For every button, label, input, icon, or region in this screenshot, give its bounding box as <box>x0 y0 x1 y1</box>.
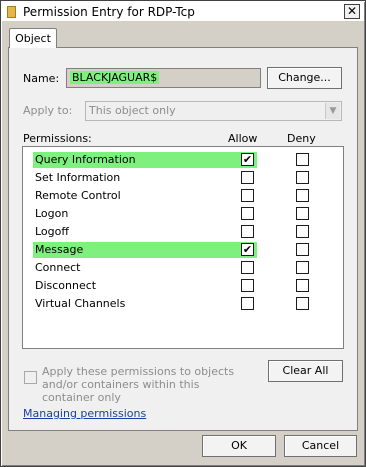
change-button[interactable]: Change... <box>267 67 342 89</box>
allow-checkbox[interactable] <box>241 189 254 202</box>
name-label: Name: <box>23 72 60 85</box>
title-bar: Permission Entry for RDP-Tcp ✕ <box>2 2 364 22</box>
deny-column-header: Deny <box>287 132 316 145</box>
allow-checkbox[interactable] <box>241 261 254 274</box>
permission-name: Logoff <box>35 225 69 238</box>
permission-name: Connect <box>35 261 81 274</box>
deny-checkbox[interactable] <box>296 243 309 256</box>
allow-checkbox[interactable]: ✔ <box>241 153 254 166</box>
permission-row: Remote Control <box>23 188 343 206</box>
deny-checkbox[interactable] <box>296 261 309 274</box>
clear-all-button[interactable]: Clear All <box>268 360 343 382</box>
allow-cell <box>239 188 257 204</box>
allow-cell <box>239 224 257 240</box>
allow-column-header: Allow <box>228 132 258 145</box>
deny-checkbox[interactable] <box>296 153 309 166</box>
permission-row: Query Information ✔ <box>23 152 343 170</box>
allow-cell <box>239 296 257 312</box>
managing-permissions-link[interactable]: Managing permissions <box>23 407 146 420</box>
name-field[interactable]: BLACKJAGUAR$ <box>66 68 261 88</box>
deny-checkbox[interactable] <box>296 189 309 202</box>
allow-checkbox[interactable] <box>241 279 254 292</box>
deny-checkbox[interactable] <box>296 297 309 310</box>
permission-row: Connect <box>23 260 343 278</box>
deny-checkbox[interactable] <box>296 171 309 184</box>
close-button[interactable]: ✕ <box>344 4 360 19</box>
window-title: Permission Entry for RDP-Tcp <box>23 5 195 19</box>
permission-name: Query Information <box>33 152 247 168</box>
permission-row: Logon <box>23 206 343 224</box>
chevron-down-icon[interactable]: ▼ <box>325 103 340 119</box>
allow-cell <box>239 170 257 186</box>
apply-to-select[interactable]: This object only ▼ <box>85 101 342 121</box>
name-value: BLACKJAGUAR$ <box>70 71 160 84</box>
permission-name: Set Information <box>35 171 121 184</box>
permission-name: Logon <box>35 207 69 220</box>
deny-checkbox[interactable] <box>296 225 309 238</box>
allow-cell <box>239 278 257 294</box>
apply-inherit-label: Apply these permissions to objects and/o… <box>42 365 235 404</box>
apply-to-value: This object only <box>89 104 176 117</box>
permission-row: Disconnect <box>23 278 343 296</box>
allow-cell: ✔ <box>239 242 257 258</box>
allow-checkbox[interactable]: ✔ <box>241 243 254 256</box>
ok-button[interactable]: OK <box>202 435 276 457</box>
apply-inherit-checkbox[interactable] <box>24 371 37 384</box>
permission-row: Message ✔ <box>23 242 343 260</box>
cancel-button[interactable]: Cancel <box>284 435 357 457</box>
permission-entry-dialog: Permission Entry for RDP-Tcp ✕ Object Na… <box>0 0 366 467</box>
tab-object[interactable]: Object <box>9 28 57 48</box>
permission-name: Remote Control <box>35 189 121 202</box>
allow-checkbox[interactable] <box>241 207 254 220</box>
allow-checkbox[interactable] <box>241 171 254 184</box>
deny-checkbox[interactable] <box>296 279 309 292</box>
permission-row: Virtual Channels <box>23 296 343 314</box>
permission-row: Logoff <box>23 224 343 242</box>
permission-row: Set Information <box>23 170 343 188</box>
allow-cell: ✔ <box>239 152 257 168</box>
permission-name: Virtual Channels <box>35 297 126 310</box>
permissions-list[interactable]: Query Information ✔ Set Information Remote … <box>22 146 344 349</box>
allow-checkbox[interactable] <box>241 225 254 238</box>
deny-checkbox[interactable] <box>296 207 309 220</box>
apply-to-label: Apply to: <box>23 104 73 117</box>
allow-cell <box>239 260 257 276</box>
permission-name: Message <box>33 242 247 258</box>
folder-icon <box>7 6 16 18</box>
permissions-label: Permissions: <box>23 132 92 145</box>
allow-checkbox[interactable] <box>241 297 254 310</box>
permission-name: Disconnect <box>35 279 97 292</box>
allow-cell <box>239 206 257 222</box>
